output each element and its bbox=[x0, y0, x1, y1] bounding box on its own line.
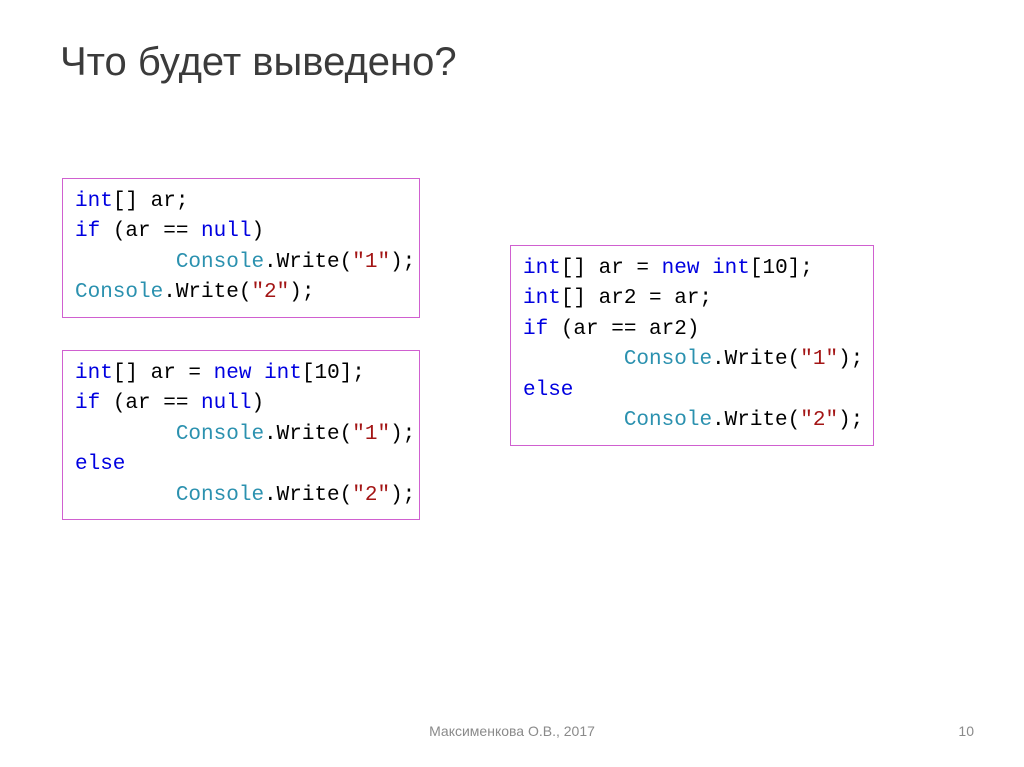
slide: Что будет выведено? int[] ar; if (ar == … bbox=[0, 0, 1024, 767]
page-number: 10 bbox=[958, 723, 974, 739]
code-block-3: int[] ar = new int[10]; int[] ar2 = ar; … bbox=[510, 245, 874, 446]
footer-text: Максименкова О.В., 2017 bbox=[0, 723, 1024, 739]
code-block-1: int[] ar; if (ar == null) Console.Write(… bbox=[62, 178, 420, 318]
code-block-2: int[] ar = new int[10]; if (ar == null) … bbox=[62, 350, 420, 520]
slide-title: Что будет выведено? bbox=[60, 40, 457, 85]
